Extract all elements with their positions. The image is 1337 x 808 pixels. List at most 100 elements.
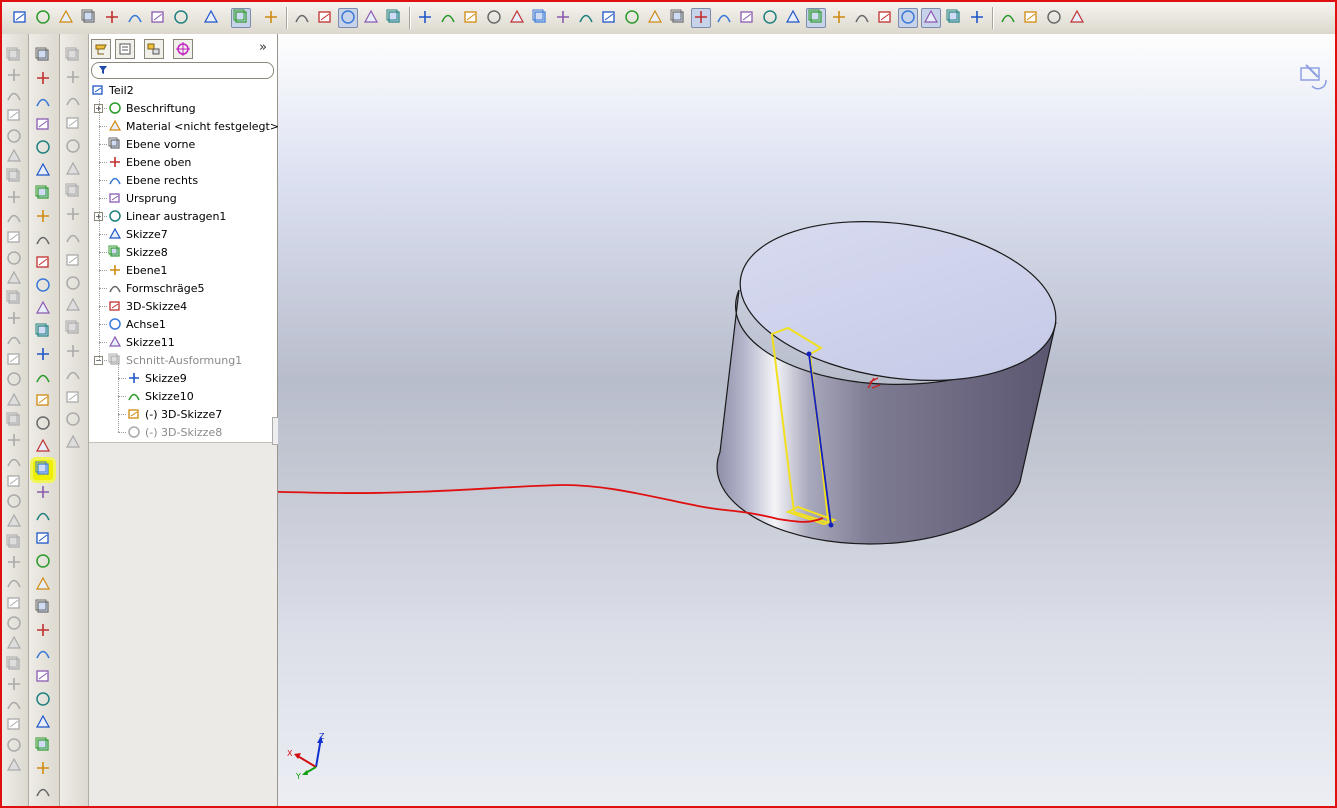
tree-node[interactable]: Teil2 bbox=[91, 81, 134, 99]
rib-button[interactable] bbox=[4, 269, 24, 289]
mid-surface-button[interactable] bbox=[63, 434, 83, 454]
chamfer-button[interactable] bbox=[4, 249, 24, 269]
solidworks-3d-button[interactable] bbox=[1044, 8, 1064, 28]
tree-node[interactable]: 3D-Skizze4 bbox=[108, 297, 187, 315]
cut-loft-button[interactable] bbox=[4, 208, 24, 228]
appearance-button[interactable] bbox=[415, 8, 435, 28]
knit-surface-button[interactable] bbox=[63, 206, 83, 226]
extend-surface-button[interactable] bbox=[63, 320, 83, 340]
smart-dimension-button[interactable] bbox=[33, 92, 53, 112]
linear-sketch-pattern-button[interactable] bbox=[33, 529, 53, 549]
tree-node[interactable]: Ebene1 bbox=[108, 261, 167, 279]
options-button[interactable] bbox=[102, 8, 122, 28]
dimetric-button[interactable] bbox=[530, 8, 550, 28]
offset-surface-button[interactable] bbox=[63, 160, 83, 180]
delete-body-button[interactable] bbox=[4, 675, 24, 695]
view-orientation-button[interactable] bbox=[461, 8, 481, 28]
trim-surface-button[interactable] bbox=[63, 274, 83, 294]
tree-node[interactable]: Ebene rechts bbox=[108, 171, 198, 189]
section-view-button[interactable] bbox=[645, 8, 665, 28]
mirror-entities-button[interactable] bbox=[33, 690, 53, 710]
convert-entities-button[interactable] bbox=[33, 644, 53, 664]
new-button[interactable] bbox=[10, 8, 30, 28]
tree-node[interactable]: Formschräge5 bbox=[108, 279, 204, 297]
intersect-button[interactable] bbox=[4, 655, 24, 675]
fill-surface-button[interactable] bbox=[63, 228, 83, 248]
straight-slot-button[interactable] bbox=[33, 391, 53, 411]
polygon-button[interactable] bbox=[33, 207, 53, 227]
sketch-button[interactable] bbox=[338, 8, 358, 28]
spline-button[interactable] bbox=[33, 437, 53, 457]
move-face-button[interactable] bbox=[4, 432, 24, 452]
fillet-button[interactable] bbox=[4, 229, 24, 249]
open-button[interactable] bbox=[33, 8, 53, 28]
curves-button[interactable] bbox=[4, 736, 24, 756]
tree-node[interactable]: Schnitt-Ausformung1 bbox=[108, 351, 242, 369]
display-relations-button[interactable] bbox=[33, 598, 53, 618]
trim-button[interactable] bbox=[33, 621, 53, 641]
back-view-button[interactable] bbox=[576, 8, 596, 28]
tangent-arc-button[interactable] bbox=[33, 299, 53, 319]
sketches-button[interactable] bbox=[898, 8, 918, 28]
untrim-surface-button[interactable] bbox=[63, 297, 83, 317]
sketch-picture-button[interactable] bbox=[33, 782, 53, 802]
featuremanager-tab-icon[interactable] bbox=[91, 39, 111, 59]
rectangle-button[interactable] bbox=[33, 138, 53, 158]
extrude-button[interactable] bbox=[4, 46, 24, 66]
tree-node[interactable]: Ebene oben bbox=[108, 153, 191, 171]
deform-button[interactable] bbox=[4, 391, 24, 411]
realview-button[interactable] bbox=[737, 8, 757, 28]
parallelogram-button[interactable] bbox=[33, 161, 53, 181]
hidden-lines-button[interactable] bbox=[668, 8, 688, 28]
isometric-button[interactable] bbox=[484, 8, 504, 28]
print-setup-button[interactable] bbox=[79, 8, 99, 28]
arc-button[interactable] bbox=[33, 276, 53, 296]
ruled-surface-button[interactable] bbox=[63, 183, 83, 203]
circular-pattern-button[interactable] bbox=[4, 493, 24, 513]
tree-node[interactable]: Ursprung bbox=[108, 189, 177, 207]
tree-node[interactable]: Skizze8 bbox=[108, 243, 168, 261]
extruded-surface-button[interactable] bbox=[63, 46, 83, 66]
print-preview-button[interactable] bbox=[148, 8, 168, 28]
cut-sweep-button[interactable] bbox=[4, 188, 24, 208]
loft-button[interactable] bbox=[4, 107, 24, 127]
line-button[interactable] bbox=[33, 115, 53, 135]
sketch-button[interactable] bbox=[33, 46, 53, 66]
rebuild-button[interactable] bbox=[261, 8, 281, 28]
dimxpert-tab-icon[interactable] bbox=[173, 39, 193, 59]
ellipse-button[interactable] bbox=[33, 230, 53, 250]
thickened-cut-button[interactable] bbox=[63, 365, 83, 385]
tree-node[interactable]: Skizze11 bbox=[108, 333, 175, 351]
parabola-button[interactable] bbox=[33, 506, 53, 526]
spline-on-surface-button[interactable] bbox=[33, 460, 53, 480]
tree-node[interactable]: Ebene vorne bbox=[108, 135, 195, 153]
tree-node[interactable]: Skizze9 bbox=[127, 369, 187, 387]
move-entities-button[interactable] bbox=[33, 713, 53, 733]
add-relation-button[interactable] bbox=[33, 575, 53, 595]
point-button[interactable] bbox=[33, 483, 53, 503]
indent-button[interactable] bbox=[4, 411, 24, 431]
display-style-button[interactable] bbox=[783, 8, 803, 28]
centerline-button[interactable] bbox=[33, 345, 53, 365]
offset-entities-button[interactable] bbox=[33, 667, 53, 687]
curve-pattern-button[interactable] bbox=[4, 533, 24, 553]
shadows-button[interactable] bbox=[760, 8, 780, 28]
panel-expand-button[interactable]: » bbox=[259, 40, 267, 55]
construction-line-button[interactable] bbox=[33, 368, 53, 388]
tree-node[interactable]: (-) 3D-Skizze8 bbox=[127, 423, 222, 441]
fill-pattern-button[interactable] bbox=[4, 594, 24, 614]
modify-sketch-button[interactable] bbox=[33, 759, 53, 779]
partial-ellipse-button[interactable] bbox=[33, 253, 53, 273]
wrap-button[interactable] bbox=[4, 330, 24, 350]
tree-node[interactable]: Achse1 bbox=[108, 315, 166, 333]
photoworks-button[interactable] bbox=[998, 8, 1018, 28]
3-point-arc-button[interactable] bbox=[33, 322, 53, 342]
stretch-button[interactable] bbox=[33, 736, 53, 756]
table-pattern-button[interactable] bbox=[4, 574, 24, 594]
sketch-pattern-button[interactable] bbox=[4, 554, 24, 574]
cut-revolve-button[interactable] bbox=[4, 168, 24, 188]
tree-node[interactable]: Linear austragen1 bbox=[108, 207, 226, 225]
sketch-relations-button[interactable] bbox=[967, 8, 987, 28]
radiate-surface-button[interactable] bbox=[63, 411, 83, 431]
cut-extrude-button[interactable] bbox=[4, 148, 24, 168]
